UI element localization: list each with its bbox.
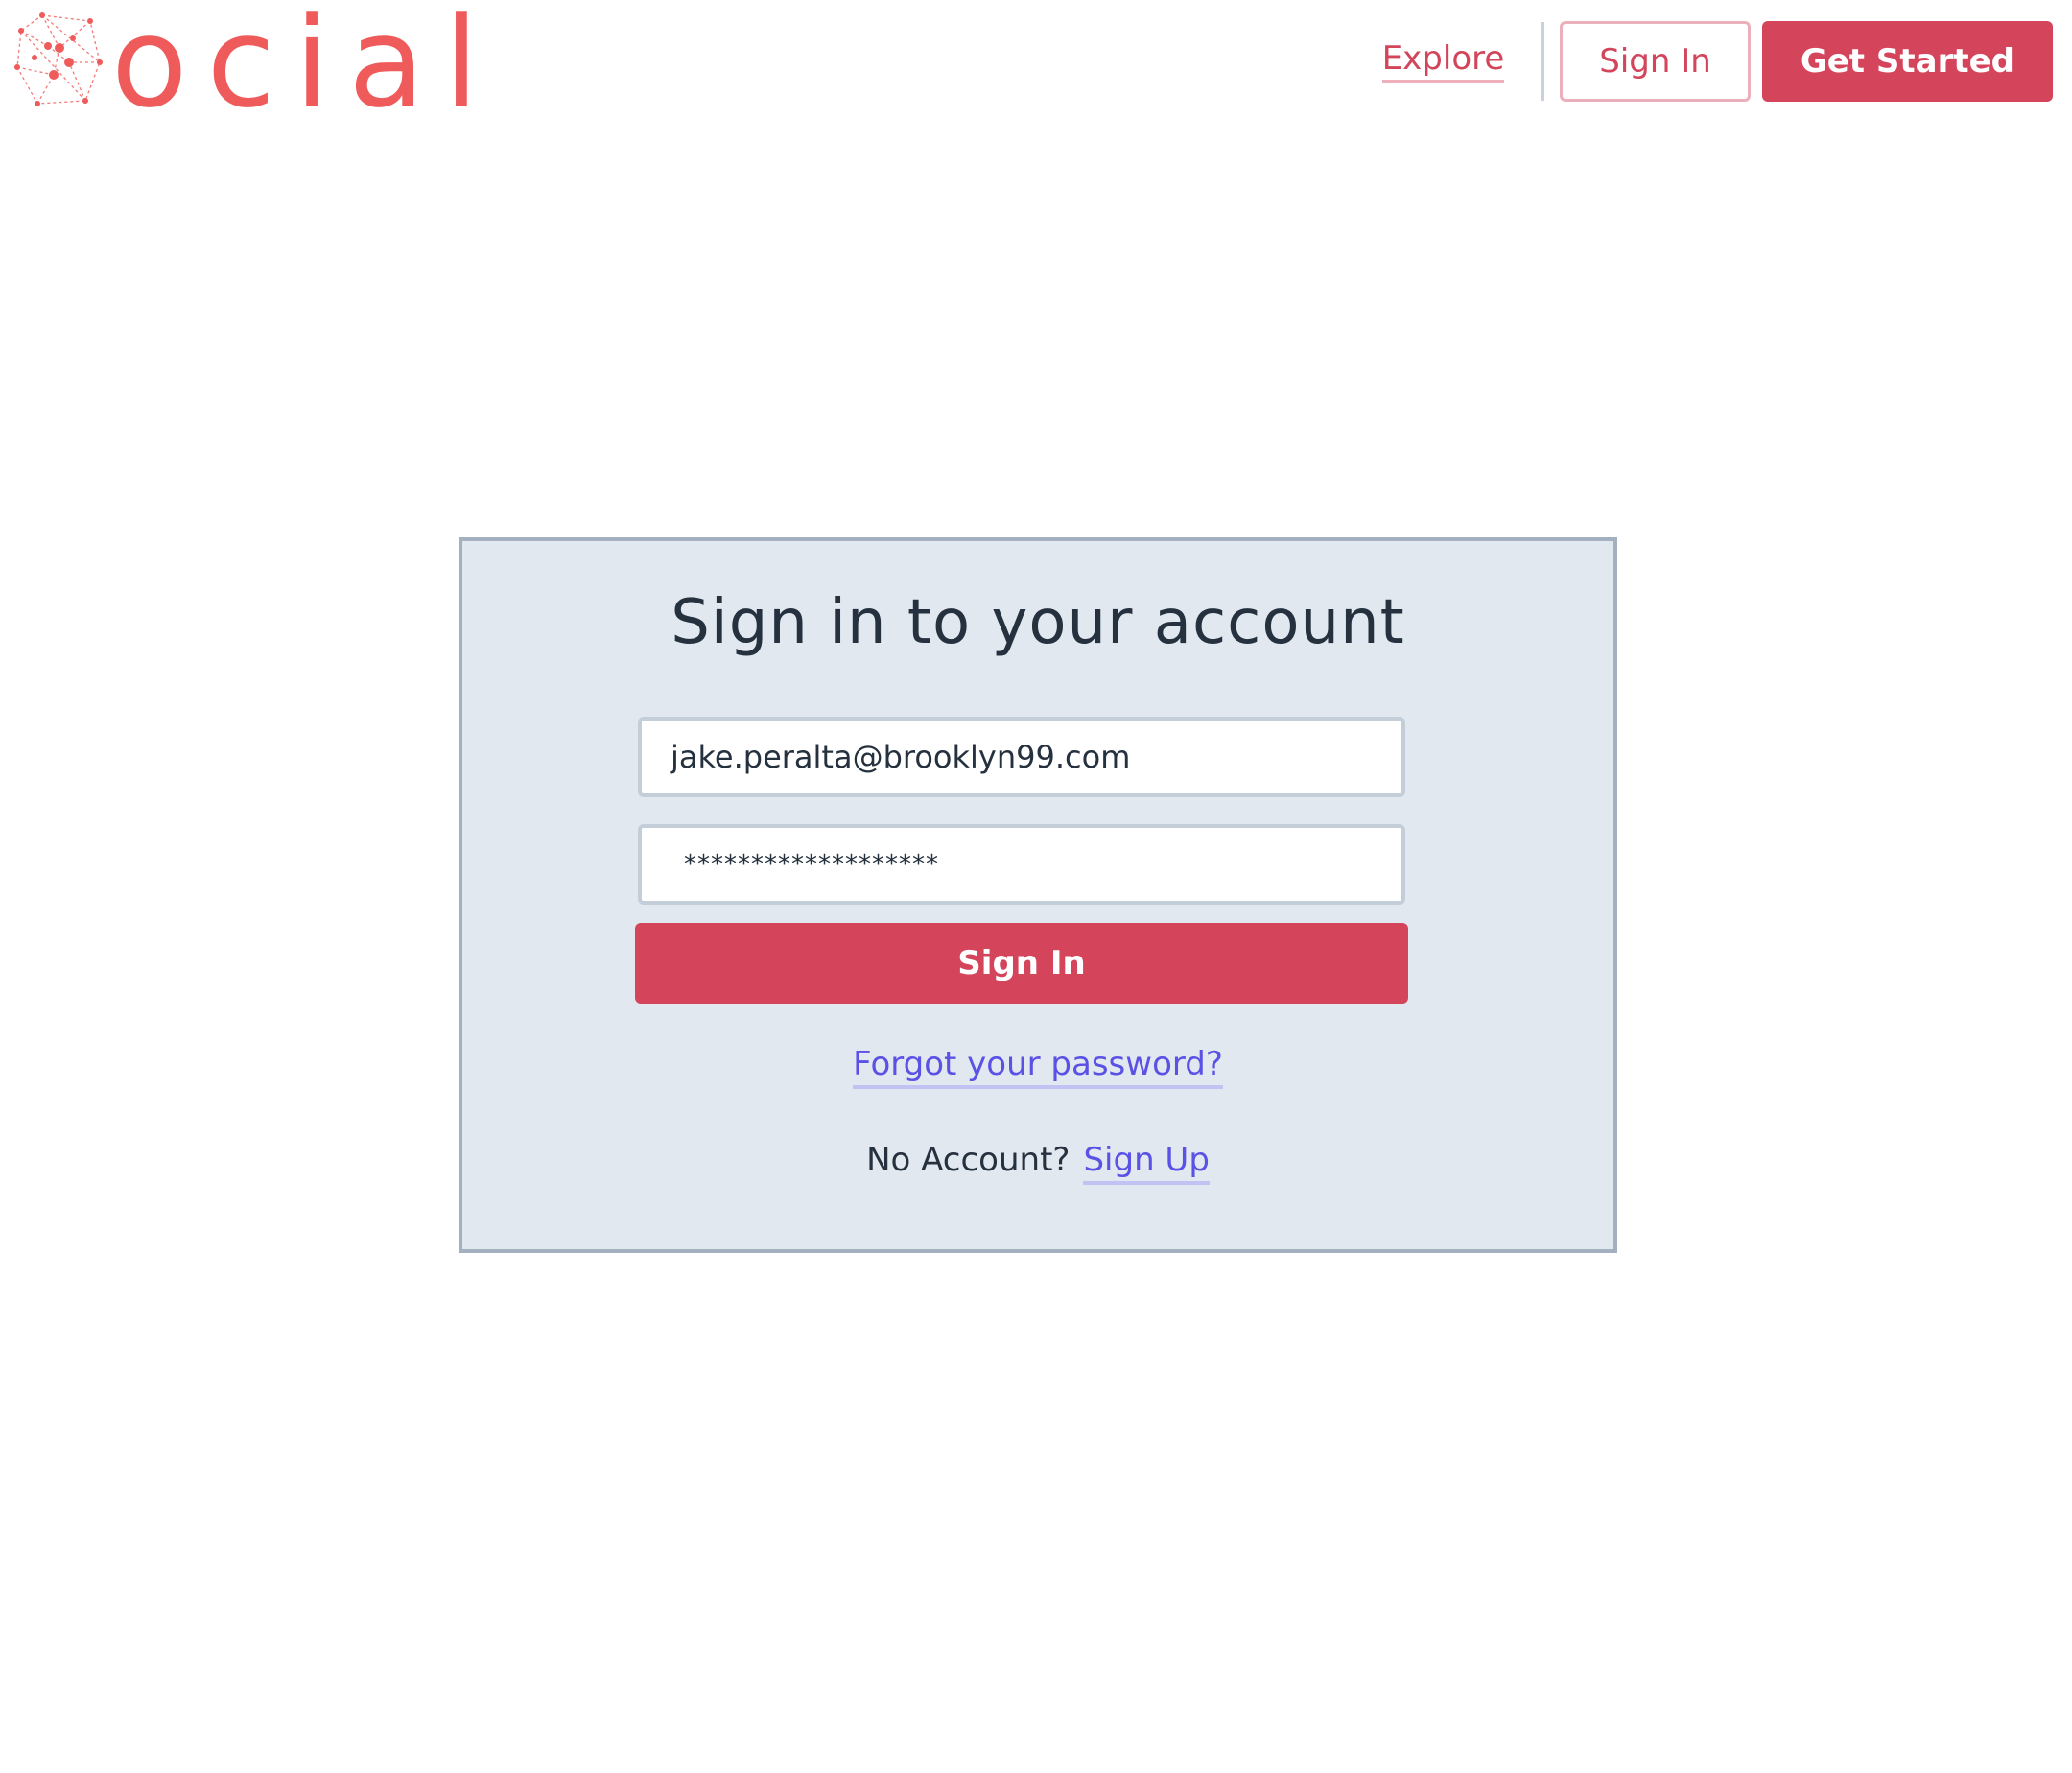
nav-divider xyxy=(1541,22,1545,101)
site-header: ocial Explore Sign In Get Started xyxy=(0,0,2072,125)
email-field[interactable]: jake.peralta@brooklyn99.com xyxy=(638,717,1405,797)
header-signin-button[interactable]: Sign In xyxy=(1560,21,1751,102)
forgot-password-row: Forgot your password? xyxy=(462,1045,1613,1089)
explore-link[interactable]: Explore xyxy=(1381,39,1505,84)
logo-network-icon: ocial xyxy=(14,10,474,115)
password-field[interactable]: ******************* xyxy=(638,824,1405,905)
password-field-value: ******************* xyxy=(684,850,939,879)
get-started-button[interactable]: Get Started xyxy=(1761,21,2053,102)
signin-card: Sign in to your account jake.peralta@bro… xyxy=(459,537,1617,1253)
no-account-row: No Account? Sign Up xyxy=(462,1141,1613,1185)
page-title: Sign in to your account xyxy=(671,587,1405,658)
email-field-value: jake.peralta@brooklyn99.com xyxy=(671,739,1131,775)
no-account-label: No Account? xyxy=(866,1141,1071,1179)
signin-submit-button[interactable]: Sign In xyxy=(635,923,1408,1004)
forgot-password-link[interactable]: Forgot your password? xyxy=(853,1045,1223,1089)
logo[interactable]: ocial xyxy=(13,10,474,115)
svg-text:ocial: ocial xyxy=(111,10,474,115)
top-nav: Explore Sign In Get Started xyxy=(1381,21,2053,102)
signup-link[interactable]: Sign Up xyxy=(1083,1141,1210,1185)
